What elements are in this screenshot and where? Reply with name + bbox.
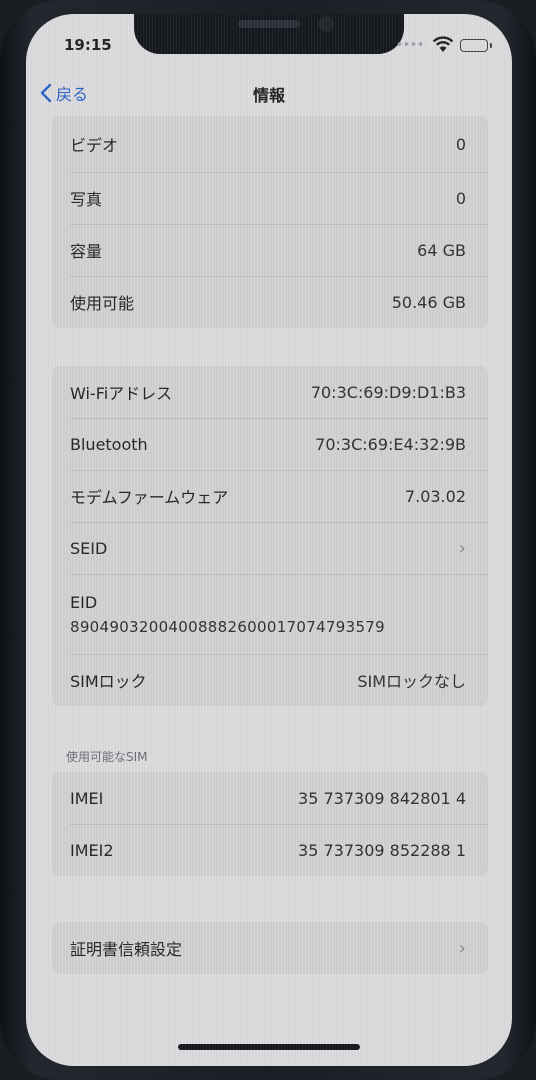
list-item-certificate-trust-settings[interactable]: 証明書信頼設定 ›: [52, 922, 488, 974]
row-value: 89049032004008882600017074793579: [70, 617, 385, 636]
list-item-bluetooth: Bluetooth 70:3C:69:E4:32:9B: [52, 418, 488, 470]
list-item-imei2: IMEI2 35 737309 852288 1: [52, 824, 488, 876]
row-value: 0: [455, 134, 466, 154]
list-item-eid: EID 89049032004008882600017074793579: [52, 574, 488, 654]
front-camera: [318, 16, 334, 32]
list-item-seid[interactable]: SEID ›: [52, 522, 488, 574]
notch: [134, 14, 404, 54]
row-label: IMEI2: [70, 840, 114, 860]
chevron-right-icon: ›: [458, 537, 466, 559]
list-item-modem-firmware: モデムファームウェア 7.03.02: [52, 470, 488, 522]
page-title: 情報: [252, 86, 285, 105]
row-value: 70:3C:69:D9:D1:B3: [310, 382, 466, 402]
list-item-wifi-address: Wi-Fiアドレス 70:3C:69:D9:D1:B3: [52, 366, 488, 418]
row-label: EID: [70, 592, 98, 612]
row-label: SEID: [70, 538, 108, 558]
home-indicator[interactable]: [178, 1044, 360, 1050]
list-item-capacity: 容量 64 GB: [52, 224, 488, 276]
list-item-videos: ビデオ 0: [52, 116, 488, 172]
row-value: 70:3C:69:E4:32:9B: [315, 434, 466, 454]
row-label: IMEI: [70, 788, 104, 808]
row-label: 使用可能: [70, 294, 135, 313]
wifi-icon: [432, 36, 454, 52]
row-label: 証明書信頼設定: [70, 940, 183, 959]
cellular-signal-icon: [396, 42, 426, 46]
list-item-imei: IMEI 35 737309 842801 4: [52, 772, 488, 824]
row-value: SIMロックなし: [357, 672, 466, 691]
network-group: Wi-Fiアドレス 70:3C:69:D9:D1:B3 Bluetooth 70…: [52, 366, 488, 706]
phone-screen: 19:15 戻る 情報 ビデオ 0 写真 0 容量 64 GB 使用可能 50.…: [26, 14, 512, 1066]
row-label: SIMロック: [70, 672, 147, 691]
row-value: 35 737309 842801 4: [298, 788, 466, 808]
navigation-bar: 戻る 情報: [26, 78, 512, 108]
list-item-photos: 写真 0: [52, 172, 488, 224]
row-value: 50.46 GB: [391, 292, 466, 312]
row-value: 0: [455, 188, 466, 208]
sim-group: IMEI 35 737309 842801 4 IMEI2 35 737309 …: [52, 772, 488, 876]
row-value: 35 737309 852288 1: [298, 840, 466, 860]
row-label: モデムファームウェア: [70, 488, 229, 507]
status-time: 19:15: [64, 36, 112, 54]
row-label: 写真: [70, 190, 103, 209]
list-item-available: 使用可能 50.46 GB: [52, 276, 488, 328]
earpiece-speaker: [238, 20, 300, 28]
status-icons: [396, 36, 496, 52]
chevron-right-icon: ›: [458, 937, 466, 959]
row-label: Wi-Fiアドレス: [70, 384, 173, 403]
row-value: 64 GB: [417, 240, 466, 260]
certificate-group: 証明書信頼設定 ›: [52, 922, 488, 974]
row-label: 容量: [70, 242, 103, 261]
battery-icon: [460, 39, 492, 52]
list-item-sim-lock: SIMロック SIMロックなし: [52, 654, 488, 706]
row-label: ビデオ: [70, 136, 119, 155]
section-header-available-sim: 使用可能なSIM: [66, 750, 148, 764]
row-value: 7.03.02: [404, 486, 466, 506]
row-label: Bluetooth: [70, 434, 148, 454]
storage-group: ビデオ 0 写真 0 容量 64 GB 使用可能 50.46 GB: [52, 116, 488, 328]
